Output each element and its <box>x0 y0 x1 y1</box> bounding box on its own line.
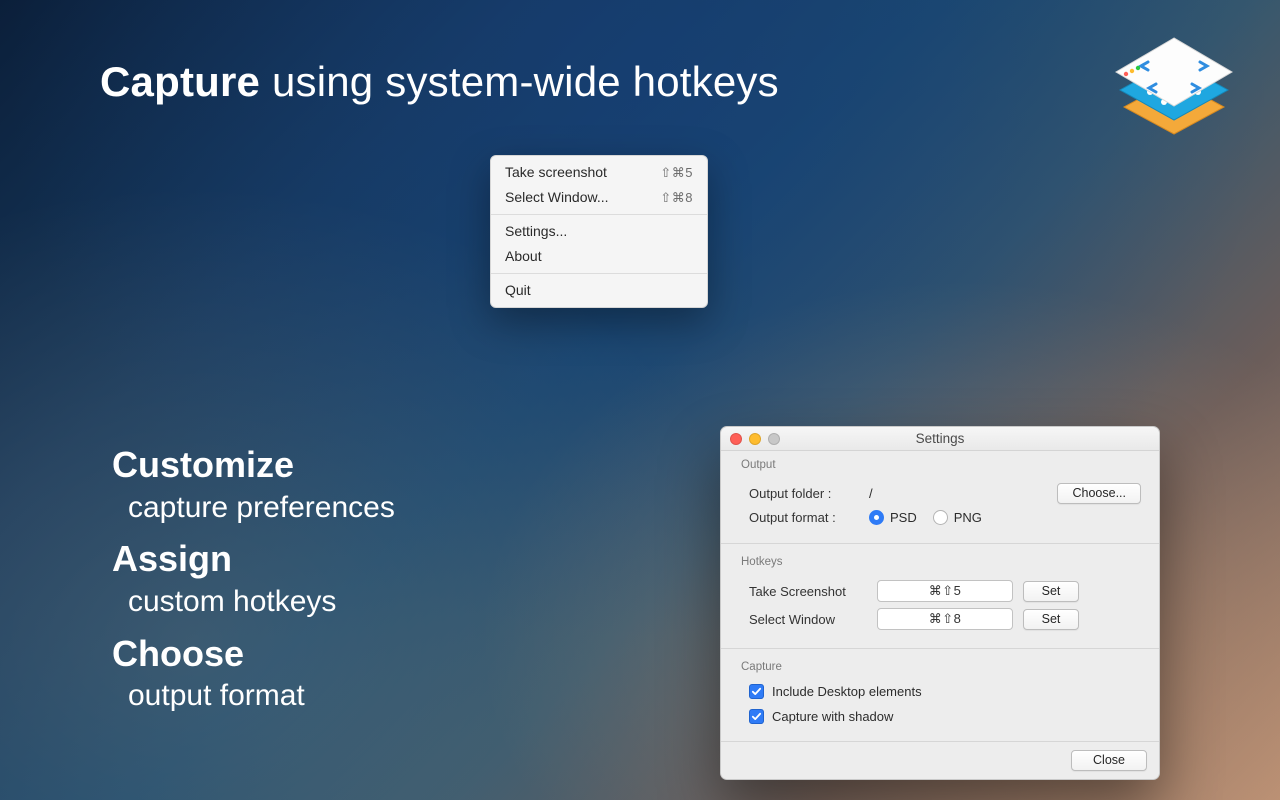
output-format-label: Output format : <box>749 510 859 525</box>
group-label-output: Output <box>721 451 1159 473</box>
window-minimize-button[interactable] <box>749 433 761 445</box>
radio-png[interactable]: PNG <box>933 510 982 525</box>
checkbox-capture-shadow[interactable]: Capture with shadow <box>749 709 893 724</box>
settings-window: Settings Output Output folder : / Choose… <box>720 426 1160 780</box>
window-close-button[interactable] <box>730 433 742 445</box>
feature-sub: custom hotkeys <box>112 583 395 621</box>
checkbox-icon <box>749 709 764 724</box>
set-hotkey-button[interactable]: Set <box>1023 609 1079 630</box>
window-title: Settings <box>916 431 965 446</box>
checkbox-icon <box>749 684 764 699</box>
divider <box>721 648 1159 649</box>
checkbox-label: Capture with shadow <box>772 709 893 724</box>
feature-strong: Choose <box>112 631 395 678</box>
radio-icon <box>933 510 948 525</box>
app-logo-icon <box>1104 22 1244 142</box>
page-title: Capture using system-wide hotkeys <box>100 58 779 106</box>
group-label-capture: Capture <box>721 653 1159 675</box>
radio-psd[interactable]: PSD <box>869 510 917 525</box>
menu-item-label: Settings... <box>505 222 567 241</box>
menu-item-settings[interactable]: Settings... <box>491 219 707 244</box>
hotkey-field-take-screenshot[interactable]: ⌘⇧5 <box>877 580 1013 602</box>
menu-item-select-window[interactable]: Select Window... ⇧⌘8 <box>491 185 707 210</box>
output-folder-value: / <box>869 486 873 501</box>
menu-item-take-screenshot[interactable]: Take screenshot ⇧⌘5 <box>491 160 707 185</box>
output-folder-label: Output folder : <box>749 486 859 501</box>
window-titlebar[interactable]: Settings <box>721 427 1159 451</box>
context-menu: Take screenshot ⇧⌘5 Select Window... ⇧⌘8… <box>490 155 708 308</box>
feature-sub: capture preferences <box>112 489 395 527</box>
menu-item-about[interactable]: About <box>491 244 707 269</box>
menu-item-label: Take screenshot <box>505 163 607 182</box>
window-zoom-button[interactable] <box>768 433 780 445</box>
close-button[interactable]: Close <box>1071 750 1147 771</box>
set-hotkey-button[interactable]: Set <box>1023 581 1079 602</box>
feature-list: Customize capture preferences Assign cus… <box>112 442 395 725</box>
menu-item-shortcut: ⇧⌘5 <box>660 163 693 182</box>
checkbox-label: Include Desktop elements <box>772 684 922 699</box>
hotkey-label: Select Window <box>749 612 867 627</box>
divider <box>721 543 1159 544</box>
checkbox-include-desktop[interactable]: Include Desktop elements <box>749 684 922 699</box>
feature-strong: Customize <box>112 442 395 489</box>
hotkey-label: Take Screenshot <box>749 584 867 599</box>
hotkey-field-select-window[interactable]: ⌘⇧8 <box>877 608 1013 630</box>
page-title-rest: using system-wide hotkeys <box>260 58 779 105</box>
menu-item-label: About <box>505 247 542 266</box>
feature-strong: Assign <box>112 536 395 583</box>
menu-item-label: Select Window... <box>505 188 609 207</box>
menu-item-quit[interactable]: Quit <box>491 278 707 303</box>
radio-icon <box>869 510 884 525</box>
menu-item-shortcut: ⇧⌘8 <box>660 188 693 207</box>
radio-label: PNG <box>954 510 982 525</box>
menu-separator <box>491 214 707 215</box>
menu-separator <box>491 273 707 274</box>
radio-label: PSD <box>890 510 917 525</box>
group-label-hotkeys: Hotkeys <box>721 548 1159 570</box>
page-title-strong: Capture <box>100 58 260 105</box>
feature-sub: output format <box>112 677 395 715</box>
choose-folder-button[interactable]: Choose... <box>1057 483 1141 504</box>
menu-item-label: Quit <box>505 281 531 300</box>
traffic-lights <box>730 433 780 445</box>
